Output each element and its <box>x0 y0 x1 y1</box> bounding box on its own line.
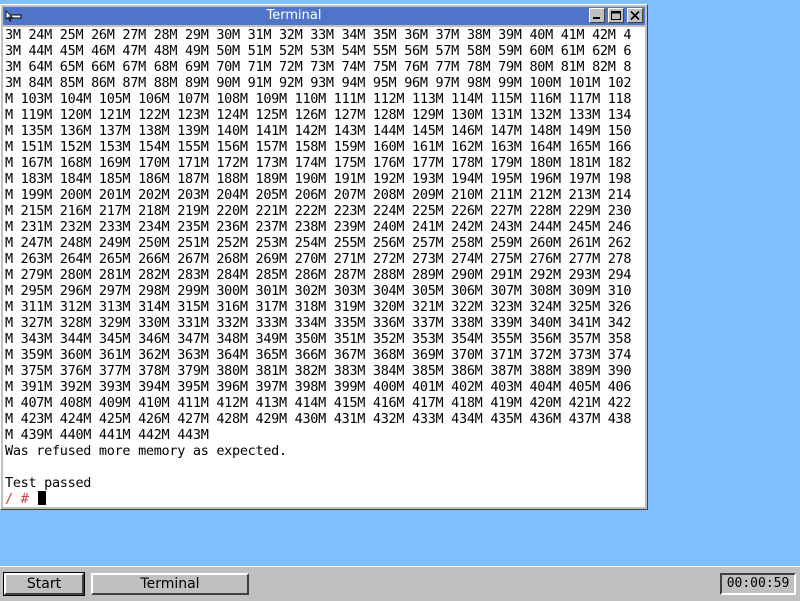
taskbar-item-terminal[interactable]: Terminal <box>91 573 249 595</box>
maximize-button[interactable] <box>608 8 624 23</box>
terminal-line: M 247M 248M 249M 250M 251M 252M 253M 254… <box>5 235 632 251</box>
terminal-line: M 311M 312M 313M 314M 315M 316M 317M 318… <box>5 299 632 315</box>
terminal-line: M 407M 408M 409M 410M 411M 412M 413M 414… <box>5 395 632 411</box>
terminal-line: M 263M 264M 265M 266M 267M 268M 269M 270… <box>5 251 632 267</box>
terminal-line: Was refused more memory as expected. <box>5 443 287 459</box>
terminal-line: M 343M 344M 345M 346M 347M 348M 349M 350… <box>5 331 632 347</box>
terminal-line: M 439M 440M 441M 442M 443M <box>5 427 209 443</box>
shell-prompt: / # <box>5 491 37 507</box>
close-icon <box>630 10 640 21</box>
prompt-line[interactable]: / # <box>5 491 631 507</box>
terminal-line: M 199M 200M 201M 202M 203M 204M 205M 206… <box>5 187 632 203</box>
start-button[interactable]: Start <box>3 572 85 596</box>
terminal-line: M 359M 360M 361M 362M 363M 364M 365M 366… <box>5 347 632 363</box>
close-button[interactable] <box>627 8 643 23</box>
terminal-line: M 151M 152M 153M 154M 155M 156M 157M 158… <box>5 139 632 155</box>
terminal-line: 3M 44M 45M 46M 47M 48M 49M 50M 51M 52M 5… <box>5 43 632 59</box>
terminal-line: M 295M 296M 297M 298M 299M 300M 301M 302… <box>5 283 632 299</box>
terminal-line: M 327M 328M 329M 330M 331M 332M 333M 334… <box>5 315 632 331</box>
terminal-line: 3M 24M 25M 26M 27M 28M 29M 30M 31M 32M 3… <box>5 27 632 43</box>
maximize-icon <box>611 11 621 20</box>
clock: 00:00:59 <box>720 573 796 595</box>
minimize-button[interactable] <box>589 8 605 23</box>
terminal-line: M 391M 392M 393M 394M 395M 396M 397M 398… <box>5 379 632 395</box>
terminal-window[interactable]: Terminal 3M 24M 25M 26M 27M 28M 29M 30M … <box>0 4 648 510</box>
terminal-line: M 135M 136M 137M 138M 139M 140M 141M 142… <box>5 123 632 139</box>
terminal-line: M 167M 168M 169M 170M 171M 172M 173M 174… <box>5 155 632 171</box>
terminal-line: 3M 64M 65M 66M 67M 68M 69M 70M 71M 72M 7… <box>5 59 632 75</box>
terminal-line: M 423M 424M 425M 426M 427M 428M 429M 430… <box>5 411 632 427</box>
terminal-line: Test passed <box>5 475 92 491</box>
title-bar[interactable]: Terminal <box>3 7 645 25</box>
taskbar: Start Terminal 00:00:59 <box>0 566 800 601</box>
terminal-output[interactable]: 3M 24M 25M 26M 27M 28M 29M 30M 31M 32M 3… <box>3 27 645 507</box>
terminal-line: 3M 84M 85M 86M 87M 88M 89M 90M 91M 92M 9… <box>5 75 632 91</box>
terminal-text: 3M 24M 25M 26M 27M 28M 29M 30M 31M 32M 3… <box>5 27 632 507</box>
terminal-line: M 231M 232M 233M 234M 235M 236M 237M 238… <box>5 219 632 235</box>
window-title: Terminal <box>266 8 322 23</box>
terminal-line: M 183M 184M 185M 186M 187M 188M 189M 190… <box>5 171 632 187</box>
terminal-line: M 215M 216M 217M 218M 219M 220M 221M 222… <box>5 203 632 219</box>
text-cursor <box>38 491 47 505</box>
terminal-line: M 103M 104M 105M 106M 107M 108M 109M 110… <box>5 91 632 107</box>
terminal-line: M 279M 280M 281M 282M 283M 284M 285M 286… <box>5 267 632 283</box>
terminal-line: M 375M 376M 377M 378M 379M 380M 381M 382… <box>5 363 632 379</box>
terminal-line: M 119M 120M 121M 122M 123M 124M 125M 126… <box>5 107 632 123</box>
minimize-icon <box>593 17 600 19</box>
